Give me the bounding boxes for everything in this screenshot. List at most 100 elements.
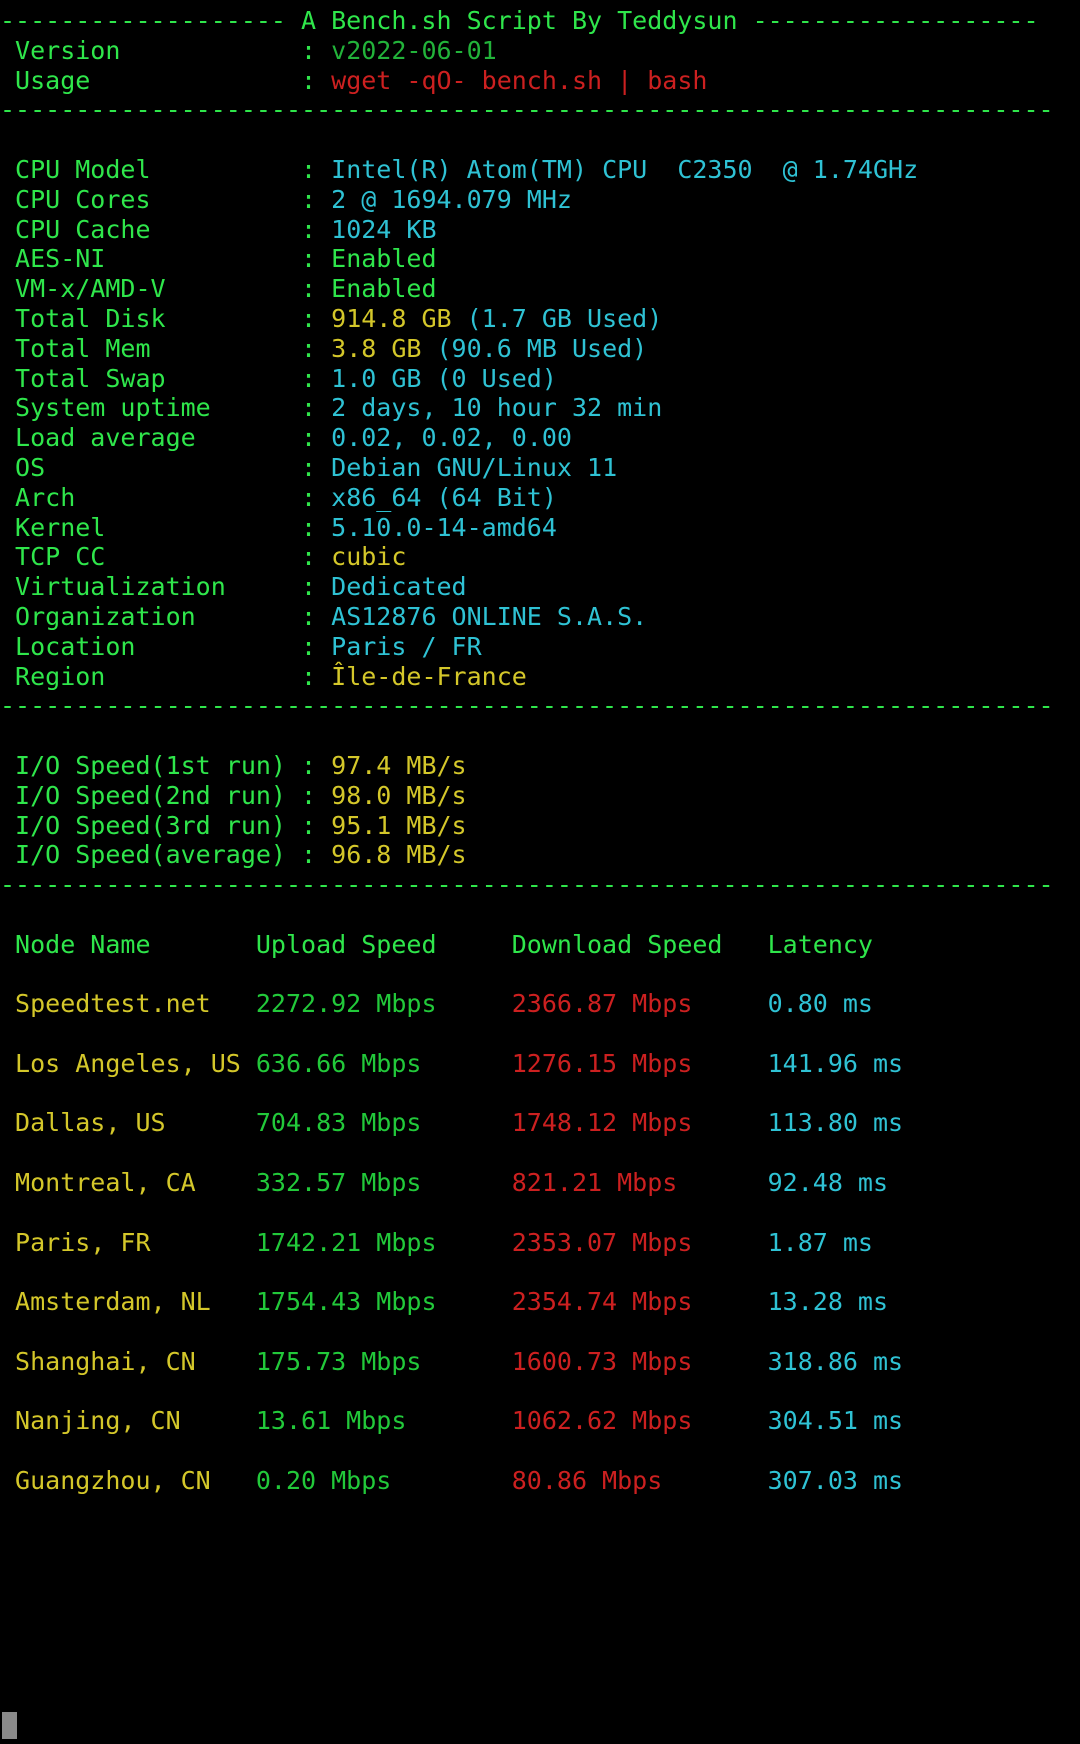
sysinfo-row: CPU Cores : 2 @ 1694.079 MHz <box>0 185 1080 215</box>
io-speed-value: 98.0 MB/s <box>331 780 467 810</box>
sysinfo-value: Debian GNU/Linux 11 <box>331 452 618 482</box>
version-line: Version : v2022-06-01 <box>0 36 1080 66</box>
upload-speed-cell: 1742.21 Mbps <box>255 1227 512 1257</box>
sysinfo-row: Location : Paris / FR <box>0 632 1080 662</box>
upload-speed-cell: 704.83 Mbps <box>255 1108 512 1138</box>
download-speed-cell: 1748.12 Mbps <box>511 1108 768 1138</box>
sysinfo-value-secondary: (90.6 MB Used) <box>436 333 648 363</box>
sysinfo-value: cubic <box>331 542 407 572</box>
sysinfo-row: Organization : AS12876 ONLINE S.A.S. <box>0 602 1080 632</box>
sysinfo-value: 914.8 GB <box>331 303 467 333</box>
banner-title-text: ------------------- A Bench.sh Script By… <box>0 6 1039 35</box>
io-speed-label: I/O Speed(1st run) : <box>0 750 332 780</box>
upload-speed-cell: 13.61 Mbps <box>255 1406 512 1436</box>
download-speed-cell: 821.21 Mbps <box>511 1168 768 1198</box>
table-row: Montreal, CA 332.57 Mbps 821.21 Mbps 92.… <box>0 1168 1080 1198</box>
sysinfo-value: Enabled <box>331 244 437 274</box>
upload-speed-cell: 636.66 Mbps <box>255 1048 512 1078</box>
sysinfo-label: Total Disk : <box>0 303 332 333</box>
latency-cell: 141.96 ms <box>767 1048 949 1078</box>
upload-speed-cell: 1754.43 Mbps <box>255 1287 512 1317</box>
sysinfo-row: CPU Model : Intel(R) Atom(TM) CPU C2350 … <box>0 155 1080 185</box>
io-speed-label: I/O Speed(2nd run) : <box>0 780 332 810</box>
sysinfo-label: VM-x/AMD-V : <box>0 274 332 304</box>
latency-cell: 318.86 ms <box>767 1346 949 1376</box>
download-speed-cell: 2366.87 Mbps <box>511 989 768 1019</box>
sysinfo-value: 5.10.0-14-amd64 <box>331 512 557 542</box>
table-row: Nanjing, CN 13.61 Mbps 1062.62 Mbps 304.… <box>0 1406 1080 1436</box>
divider-2: ----------------------------------------… <box>0 691 1080 721</box>
banner-title: ------------------- A Bench.sh Script By… <box>0 6 1080 36</box>
sysinfo-row: AES-NI : Enabled <box>0 244 1080 274</box>
divider-3: ----------------------------------------… <box>0 870 1080 900</box>
node-name-cell: Montreal, CA <box>0 1168 256 1198</box>
sysinfo-label: Location : <box>0 631 332 661</box>
node-name-cell: Paris, FR <box>0 1227 256 1257</box>
io-speed-value: 97.4 MB/s <box>331 750 467 780</box>
sysinfo-row: Total Mem : 3.8 GB (90.6 MB Used) <box>0 334 1080 364</box>
column-header: Download Speed <box>511 929 768 959</box>
download-speed-cell: 1600.73 Mbps <box>511 1346 768 1376</box>
sysinfo-label: Organization : <box>0 601 332 631</box>
sysinfo-label: Total Mem : <box>0 333 332 363</box>
sysinfo-label: OS : <box>0 452 332 482</box>
sysinfo-label: CPU Cache : <box>0 214 332 244</box>
sysinfo-value: Dedicated <box>331 572 467 602</box>
sysinfo-value: 1024 KB <box>331 214 437 244</box>
sysinfo-value: Enabled <box>331 274 437 304</box>
usage-label: Usage : <box>0 65 332 95</box>
io-speed-block: I/O Speed(1st run) : 97.4 MB/s I/O Speed… <box>0 721 1080 870</box>
divider-text: ----------------------------------------… <box>0 870 1054 900</box>
sysinfo-row: Arch : x86_64 (64 Bit) <box>0 483 1080 513</box>
sysinfo-value: Île-de-France <box>331 661 527 691</box>
sysinfo-value: Intel(R) Atom(TM) CPU C2350 @ 1.74GHz <box>331 154 919 184</box>
sysinfo-label: Total Swap : <box>0 363 332 393</box>
sysinfo-label: Region : <box>0 661 332 691</box>
sysinfo-label: System uptime : <box>0 393 332 423</box>
divider-1: ----------------------------------------… <box>0 95 1080 125</box>
upload-speed-cell: 332.57 Mbps <box>255 1168 512 1198</box>
download-speed-cell: 1276.15 Mbps <box>511 1048 768 1078</box>
sysinfo-row: Kernel : 5.10.0-14-amd64 <box>0 513 1080 543</box>
sysinfo-label: CPU Cores : <box>0 184 332 214</box>
table-row: Guangzhou, CN 0.20 Mbps 80.86 Mbps 307.0… <box>0 1466 1080 1496</box>
sysinfo-value: 0.02, 0.02, 0.00 <box>331 423 572 453</box>
latency-cell: 304.51 ms <box>767 1406 949 1436</box>
table-row: Paris, FR 1742.21 Mbps 2353.07 Mbps 1.87… <box>0 1228 1080 1258</box>
latency-cell: 307.03 ms <box>767 1466 949 1496</box>
io-speed-row: I/O Speed(3rd run) : 95.1 MB/s <box>0 811 1080 841</box>
download-speed-cell: 80.86 Mbps <box>511 1466 768 1496</box>
io-speed-label: I/O Speed(3rd run) : <box>0 810 332 840</box>
sysinfo-label: TCP CC : <box>0 542 332 572</box>
upload-speed-cell: 2272.92 Mbps <box>255 989 512 1019</box>
sysinfo-row: TCP CC : cubic <box>0 542 1080 572</box>
download-speed-cell: 1062.62 Mbps <box>511 1406 768 1436</box>
node-name-cell: Nanjing, CN <box>0 1406 256 1436</box>
speedtest-table-body: Speedtest.net 2272.92 Mbps 2366.87 Mbps … <box>0 960 1080 1496</box>
latency-cell: 1.87 ms <box>767 1227 949 1257</box>
sysinfo-value: AS12876 ONLINE S.A.S. <box>331 601 648 631</box>
sysinfo-value: 1.0 GB (0 Used) <box>331 363 557 393</box>
sysinfo-value: 3.8 GB <box>331 333 437 363</box>
io-speed-label: I/O Speed(average) : <box>0 840 332 870</box>
sysinfo-row: CPU Cache : 1024 KB <box>0 215 1080 245</box>
system-info-block: CPU Model : Intel(R) Atom(TM) CPU C2350 … <box>0 125 1080 691</box>
sysinfo-row: Total Swap : 1.0 GB (0 Used) <box>0 364 1080 394</box>
sysinfo-row: Virtualization : Dedicated <box>0 572 1080 602</box>
node-name-cell: Amsterdam, NL <box>0 1287 256 1317</box>
latency-cell: 92.48 ms <box>767 1168 949 1198</box>
sysinfo-row: Load average : 0.02, 0.02, 0.00 <box>0 423 1080 453</box>
terminal-cursor <box>2 1712 17 1739</box>
sysinfo-label: Arch : <box>0 482 332 512</box>
sysinfo-value-secondary: (1.7 GB Used) <box>466 303 663 333</box>
download-speed-cell: 2354.74 Mbps <box>511 1287 768 1317</box>
sysinfo-label: CPU Model : <box>0 154 332 184</box>
terminal-window: ------------------- A Bench.sh Script By… <box>0 0 1080 1744</box>
sysinfo-value: Paris / FR <box>331 631 482 661</box>
upload-speed-cell: 0.20 Mbps <box>255 1466 512 1496</box>
table-row: Dallas, US 704.83 Mbps 1748.12 Mbps 113.… <box>0 1108 1080 1138</box>
table-row: Speedtest.net 2272.92 Mbps 2366.87 Mbps … <box>0 989 1080 1019</box>
io-speed-value: 95.1 MB/s <box>331 810 467 840</box>
io-speed-row: I/O Speed(average) : 96.8 MB/s <box>0 840 1080 870</box>
sysinfo-row: VM-x/AMD-V : Enabled <box>0 274 1080 304</box>
